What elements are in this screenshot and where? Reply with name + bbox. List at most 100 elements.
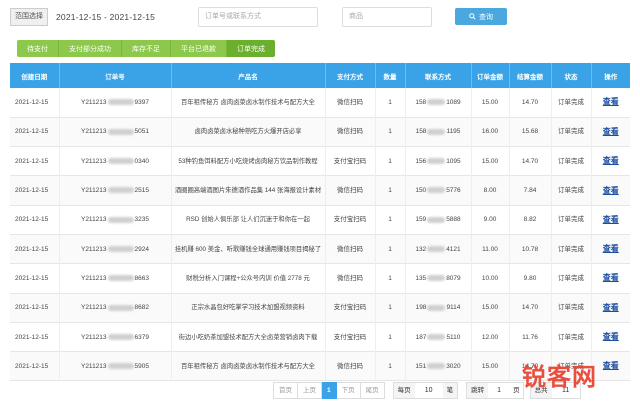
cell-settlement: 11.76 xyxy=(509,322,552,352)
cell-status: 订单完成 xyxy=(551,88,592,118)
cell-date: 2021-12-15 xyxy=(10,205,60,235)
redacted-mask xyxy=(107,99,134,106)
product-search-input[interactable]: 商品 xyxy=(342,7,432,27)
redacted-mask xyxy=(107,333,134,340)
last-page-button[interactable]: 尾页 xyxy=(360,382,385,399)
order-no-suffix: 5051 xyxy=(134,128,149,136)
cell-amount: 10.00 xyxy=(471,263,510,294)
cell-contact: 158 1195 xyxy=(405,117,472,147)
contact-prefix: 150 xyxy=(415,187,427,195)
per-page-input[interactable]: 10 xyxy=(415,387,443,394)
first-page-button[interactable]: 首页 xyxy=(273,382,298,399)
view-order-link[interactable]: 查看 xyxy=(603,215,619,224)
redacted-mask xyxy=(107,216,134,223)
cell-payment: 微信扫码 xyxy=(325,117,376,147)
contact-suffix: 3020 xyxy=(446,362,461,370)
cell-order-no: Y211213 2924 xyxy=(59,234,172,264)
cell-settlement: 15.68 xyxy=(509,117,552,147)
order-no-suffix: 2515 xyxy=(134,187,149,195)
cell-settlement: 10.78 xyxy=(509,234,552,264)
cell-product: 挂机赚 600 美金、听歌赚钱全球通用赚钱项目揭秘了 xyxy=(171,234,326,264)
table-row: 2021-12-15 Y211213 8663 财税分析入门课程+公众号内训 价值 2… xyxy=(10,263,630,294)
cell-settlement: 14.70 xyxy=(509,293,552,323)
cell-order-no: Y211213 6379 xyxy=(59,322,172,352)
cell-product: 百年祖传秘方 卤肉卤菜卤水制作技术与配方大全 xyxy=(171,351,326,381)
cell-amount: 15.00 xyxy=(471,351,510,381)
order-search-input[interactable]: 订单号或联系方式 xyxy=(198,7,318,27)
query-button[interactable]: 查询 xyxy=(455,8,507,25)
table-row: 2021-12-15 Y211213 9397 百年祖传秘方 卤肉卤菜卤水制作技术与配… xyxy=(10,88,630,118)
cell-contact: 198 9114 xyxy=(405,293,472,323)
cell-action: 查看 xyxy=(591,147,630,176)
cell-contact: 159 5888 xyxy=(405,205,472,235)
cell-quantity: 1 xyxy=(375,263,406,294)
cell-product: 财税分析入门课程+公众号内训 价值 2778 元 xyxy=(171,263,326,294)
cell-quantity: 1 xyxy=(375,88,406,118)
jump-unit: 页 xyxy=(513,387,520,394)
view-order-link[interactable]: 查看 xyxy=(603,332,619,341)
redacted-mask xyxy=(427,333,446,340)
cell-quantity: 1 xyxy=(375,234,406,264)
cell-order-no: Y211213 3235 xyxy=(59,205,172,235)
header-product: 产品名 xyxy=(171,63,326,88)
jump-input[interactable]: 1 xyxy=(488,387,510,394)
contact-suffix: 1195 xyxy=(446,128,461,136)
contact-suffix: 9114 xyxy=(446,304,461,312)
tab-out-of-stock[interactable]: 库存不足 xyxy=(122,40,171,57)
date-range-group[interactable]: 范围选择 2021-12-15 - 2021-12-15 xyxy=(10,7,155,27)
next-page-button[interactable]: 下页 xyxy=(336,382,361,399)
tab-partial-success[interactable]: 支付部分成功 xyxy=(59,40,122,57)
per-page-group: 每页 10 笔 xyxy=(392,382,459,399)
tab-pending-payment[interactable]: 待支付 xyxy=(17,40,59,57)
view-order-link[interactable]: 查看 xyxy=(603,273,619,282)
redacted-mask xyxy=(107,187,134,194)
cell-amount: 16.00 xyxy=(471,117,510,147)
current-page[interactable]: 1 xyxy=(322,382,337,399)
cell-status: 订单完成 xyxy=(551,146,592,176)
order-no-prefix: Y211213 xyxy=(80,128,107,136)
cell-contact: 156 1095 xyxy=(405,146,472,176)
view-order-link[interactable]: 查看 xyxy=(603,186,619,195)
cell-status: 订单完成 xyxy=(551,293,592,323)
cell-amount: 8.00 xyxy=(471,175,510,206)
cell-order-no: Y211213 9397 xyxy=(59,88,172,118)
contact-suffix: 5776 xyxy=(446,187,461,195)
cell-action: 查看 xyxy=(591,205,630,234)
cell-contact: 187 5110 xyxy=(405,322,472,352)
date-range-label: 范围选择 xyxy=(10,8,48,26)
view-order-link[interactable]: 查看 xyxy=(603,97,619,106)
date-range-input[interactable]: 2021-12-15 - 2021-12-15 xyxy=(56,12,155,22)
status-tabs: 待支付 支付部分成功 库存不足 平台已退款 订单完成 xyxy=(17,40,275,57)
redacted-mask xyxy=(107,363,134,370)
redacted-mask xyxy=(107,304,134,311)
view-order-link[interactable]: 查看 xyxy=(603,244,619,253)
cell-settlement: 7.84 xyxy=(509,175,552,206)
redacted-mask xyxy=(427,128,446,135)
table-row: 2021-12-15 Y211213 2515 酒圈圈高端酒图片朱德酒作品集 144 … xyxy=(10,175,630,206)
view-order-link[interactable]: 查看 xyxy=(603,303,619,312)
cell-quantity: 1 xyxy=(375,146,406,176)
cell-amount: 9.00 xyxy=(471,205,510,235)
header-date: 创建日期 xyxy=(10,63,60,88)
cell-payment: 微信扫码 xyxy=(325,351,376,381)
cell-date: 2021-12-15 xyxy=(10,117,60,147)
redacted-mask xyxy=(427,304,446,311)
view-order-link[interactable]: 查看 xyxy=(603,127,619,136)
order-no-prefix: Y211213 xyxy=(80,187,107,195)
cell-quantity: 1 xyxy=(375,322,406,352)
cell-quantity: 1 xyxy=(375,117,406,147)
cell-status: 订单完成 xyxy=(551,263,592,294)
cell-payment: 微信扫码 xyxy=(325,234,376,264)
header-status: 状态 xyxy=(551,63,592,88)
contact-prefix: 198 xyxy=(415,304,427,312)
cell-order-no: Y211213 2515 xyxy=(59,175,172,206)
cell-payment: 微信扫码 xyxy=(325,88,376,118)
view-order-link[interactable]: 查看 xyxy=(603,361,619,370)
view-order-link[interactable]: 查看 xyxy=(603,156,619,165)
tab-order-complete[interactable]: 订单完成 xyxy=(227,40,275,57)
cell-product: 卤肉卤菜卤水秘种熟吃方火爆开店必享 xyxy=(171,117,326,147)
redacted-mask xyxy=(107,158,134,165)
tab-refunded[interactable]: 平台已退款 xyxy=(171,40,227,57)
prev-page-button[interactable]: 上页 xyxy=(298,382,322,399)
contact-prefix: 158 xyxy=(415,128,427,136)
